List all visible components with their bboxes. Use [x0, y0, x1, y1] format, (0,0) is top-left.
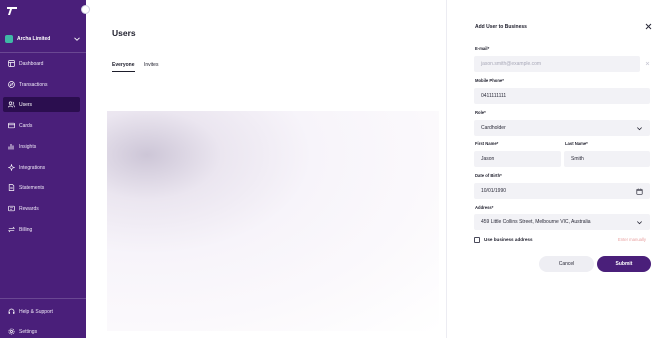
org-switcher[interactable]: Archa Limited [5, 31, 81, 47]
sidebar-item-label: Settings [19, 328, 38, 335]
rewards-icon [8, 205, 15, 212]
sidebar-item-billing[interactable]: Billing [3, 222, 80, 237]
last-name-label: Last Name* [565, 141, 588, 146]
sidebar-item-rewards[interactable]: Rewards [3, 201, 80, 216]
address-select[interactable]: 459 Little Collins Street, Melbourne VIC… [474, 214, 650, 230]
sidebar-item-label: Dashboard [19, 60, 44, 67]
address-value: 459 Little Collins Street, Melbourne VIC… [481, 219, 591, 225]
org-avatar [5, 35, 13, 43]
sidebar-item-label: Insights [19, 143, 37, 150]
sidebar-item-label: Rewards [19, 205, 39, 212]
close-icon[interactable] [644, 22, 653, 31]
divider [0, 298, 86, 299]
sidebar-item-help-support[interactable]: Help & Support [3, 304, 80, 319]
first-name-value: Jason [481, 156, 495, 162]
date-of-birth-value: 10/01/1990 [481, 188, 507, 194]
mobile-phone-value: 0411111111 [481, 93, 507, 99]
first-name-label: First Name* [475, 141, 499, 146]
tab-everyone[interactable]: Everyone [112, 62, 135, 72]
tab-invites[interactable]: Invites [144, 62, 158, 71]
chevron-down-icon [74, 37, 80, 41]
sidebar-item-label: Integrations [19, 164, 46, 171]
last-name-field[interactable]: Smith [564, 151, 650, 167]
clear-icon[interactable] [644, 60, 651, 67]
sidebar-item-insights[interactable]: Insights [3, 139, 80, 154]
card-icon [8, 122, 15, 129]
archa-logo-icon [7, 7, 17, 15]
headset-icon [8, 308, 15, 314]
chevron-down-icon [637, 126, 642, 130]
role-label: Role* [475, 110, 486, 115]
email-field[interactable]: jason.smith@example.com [474, 56, 640, 72]
sidebar-item-label: Statements [19, 184, 45, 191]
date-of-birth-field[interactable]: 10/01/1990 [474, 183, 650, 199]
sidebar-item-label: Transactions [19, 81, 48, 88]
submit-button[interactable]: Submit [597, 256, 651, 272]
insights-icon [8, 144, 14, 150]
dashboard-icon [8, 60, 15, 67]
sidebar-item-integrations[interactable]: Integrations [3, 160, 80, 175]
use-business-address-checkbox[interactable] [474, 237, 480, 243]
main-content: Users Everyone Invites [86, 0, 446, 338]
integrations-icon [8, 164, 15, 171]
sidebar-item-label: Help & Support [19, 308, 53, 315]
email-placeholder: jason.smith@example.com [481, 61, 542, 67]
mobile-phone-field[interactable]: 0411111111 [474, 88, 650, 104]
calendar-icon[interactable] [636, 188, 643, 195]
sidebar-item-cards[interactable]: Cards [3, 118, 80, 133]
mobile-phone-label: Mobile Phone* [475, 78, 504, 83]
panel-title: Add User to Business [475, 24, 527, 30]
org-name: Archa Limited [17, 36, 51, 42]
users-table-placeholder [107, 111, 439, 331]
sidebar-item-transactions[interactable]: Transactions [3, 77, 80, 92]
users-icon [8, 101, 15, 108]
role-select[interactable]: Cardholder [474, 120, 650, 136]
sidebar-item-settings[interactable]: Settings [3, 324, 80, 338]
sidebar-item-label: Billing [19, 226, 33, 233]
sidebar-item-label: Users [19, 101, 33, 108]
add-user-panel: Add User to Business E-mail* jason.smith… [446, 0, 670, 338]
sidebar-item-label: Cards [19, 122, 33, 129]
chevron-down-icon [637, 220, 642, 224]
sidebar-item-dashboard[interactable]: Dashboard [3, 56, 80, 71]
first-name-field[interactable]: Jason [474, 151, 561, 167]
last-name-value: Smith [571, 156, 584, 162]
page-title: Users [112, 28, 136, 38]
enter-manually-link[interactable]: Enter manually [618, 237, 646, 242]
date-of-birth-label: Date of Birth* [475, 173, 502, 178]
sidebar-item-users[interactable]: Users [3, 97, 80, 112]
statements-icon [8, 184, 15, 191]
cancel-button[interactable]: Cancel [539, 256, 594, 272]
gear-icon [8, 328, 15, 335]
use-business-address-label: Use business address [484, 237, 533, 242]
sidebar: Archa Limited Dashboard Transactions Use… [0, 0, 90, 338]
divider [0, 52, 86, 53]
transactions-icon [8, 81, 15, 88]
address-label: Address* [475, 205, 494, 210]
role-value: Cardholder [481, 125, 506, 131]
email-label: E-mail* [475, 46, 490, 51]
sidebar-item-statements[interactable]: Statements [3, 180, 80, 195]
billing-icon [8, 226, 15, 233]
